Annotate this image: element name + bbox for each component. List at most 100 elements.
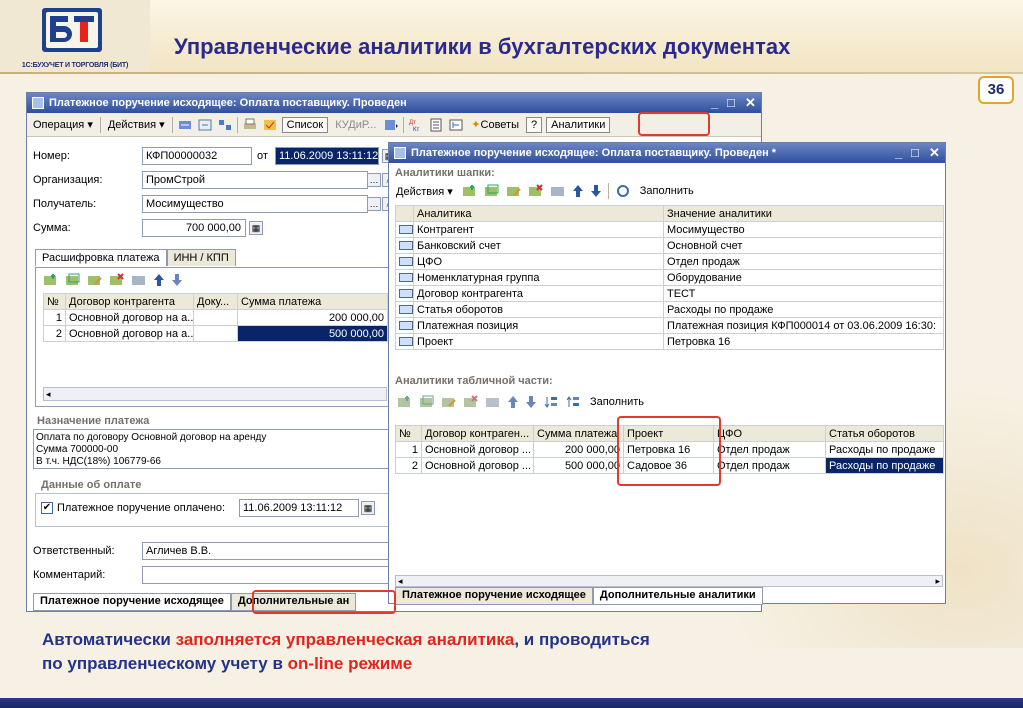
close-icon[interactable]: ✕ xyxy=(929,143,940,163)
cell-turnover-item[interactable]: Расходы по продаже xyxy=(825,457,944,474)
cell-value[interactable]: Основной счет xyxy=(663,237,944,254)
cell-number[interactable]: 2 xyxy=(395,457,422,474)
add-row-icon[interactable] xyxy=(462,184,478,198)
fill-button[interactable]: Заполнить xyxy=(637,184,697,198)
cell-contract[interactable]: Основной договор ... xyxy=(421,441,534,458)
purpose-textarea[interactable]: Оплата по договору Основной договор на а… xyxy=(33,429,389,469)
advice-button[interactable]: ✦Советы xyxy=(468,117,522,132)
cell-number[interactable]: 1 xyxy=(43,309,66,326)
table-row[interactable]: Договор контрагента ТЕСТ xyxy=(395,285,944,302)
cell-analytics[interactable]: Банковский счет xyxy=(413,237,664,254)
calculator-icon[interactable]: ▦ xyxy=(249,221,263,235)
comment-field[interactable] xyxy=(142,566,392,584)
end-edit-icon[interactable] xyxy=(131,273,147,287)
horizontal-scrollbar[interactable]: ◂ ▸ xyxy=(395,575,943,587)
delete-row-icon[interactable] xyxy=(109,273,125,287)
operation-menu[interactable]: Операция ▾ xyxy=(30,117,96,132)
date-field[interactable]: 11.06.2009 13:11:12 xyxy=(275,147,379,165)
tab-payment-breakdown[interactable]: Расшифровка платежа xyxy=(35,249,167,266)
select-recipient-button[interactable]: … xyxy=(367,197,381,211)
responsible-field[interactable]: Агличев В.В. xyxy=(142,542,392,560)
print-icon[interactable] xyxy=(242,118,258,132)
cell-cfo[interactable]: Отдел продаж xyxy=(713,457,826,474)
move-up-icon[interactable] xyxy=(572,184,584,198)
cell-analytics[interactable]: Проект xyxy=(413,333,664,350)
window-titlebar[interactable]: Платежное поручение исходящее: Оплата по… xyxy=(27,93,761,113)
add-row-icon[interactable] xyxy=(43,273,59,287)
move-down-icon[interactable] xyxy=(171,273,183,287)
paid-checkbox[interactable]: ✔ xyxy=(41,502,53,514)
table-row[interactable]: Проект Петровка 16 xyxy=(395,333,944,350)
column-header[interactable]: Аналитика xyxy=(413,205,664,222)
cell-sum[interactable]: 200 000,00 xyxy=(533,441,624,458)
scroll-left-icon[interactable]: ◂ xyxy=(44,389,51,399)
table-row[interactable]: 2 Основной договор на а... 500 000,00 xyxy=(43,325,388,342)
cell-contract[interactable]: Основной договор на а... xyxy=(65,325,194,342)
scroll-right-icon[interactable]: ▸ xyxy=(935,576,940,586)
cell-analytics[interactable]: Контрагент xyxy=(413,221,664,238)
minimize-icon[interactable]: _ xyxy=(895,143,902,163)
cell-sum[interactable]: 500 000,00 xyxy=(237,325,388,342)
cell-value[interactable]: Петровка 16 xyxy=(663,333,944,350)
debit-credit-icon[interactable]: ДтКт xyxy=(408,118,424,132)
calendar-icon[interactable]: ▦ xyxy=(361,501,375,515)
tab-payment-order[interactable]: Платежное поручение исходящее xyxy=(33,593,231,611)
help-button[interactable]: ? xyxy=(526,116,543,133)
cell-contract[interactable]: Основной договор на а... xyxy=(65,309,194,326)
maximize-icon[interactable]: □ xyxy=(727,93,735,113)
column-header[interactable]: ЦФО xyxy=(713,425,826,442)
move-down-icon[interactable] xyxy=(525,395,537,409)
paid-date-field[interactable]: 11.06.2009 13:11:12 xyxy=(239,499,359,517)
edit-row-icon[interactable] xyxy=(441,395,457,409)
delete-row-icon[interactable] xyxy=(463,395,479,409)
select-organization-button[interactable]: … xyxy=(367,173,381,187)
maximize-icon[interactable]: □ xyxy=(911,143,919,163)
end-edit-icon[interactable] xyxy=(485,395,501,409)
go-to-icon[interactable] xyxy=(383,118,399,132)
column-header[interactable]: № xyxy=(395,425,422,442)
table-row[interactable]: Номенклатурная группа Оборудование xyxy=(395,269,944,286)
column-header[interactable]: Договор контрагента xyxy=(65,293,194,310)
cell-analytics[interactable]: Статья оборотов xyxy=(413,301,664,318)
cell-document[interactable] xyxy=(193,309,238,326)
cell-number[interactable]: 2 xyxy=(43,325,66,342)
add-row-icon[interactable] xyxy=(397,395,413,409)
column-header[interactable]: Договор контраген... xyxy=(421,425,534,442)
cell-value[interactable]: Расходы по продаже xyxy=(663,301,944,318)
sort-asc-icon[interactable] xyxy=(543,395,559,409)
cell-analytics[interactable]: Платежная позиция xyxy=(413,317,664,334)
organization-field[interactable]: ПромСтрой xyxy=(142,171,368,189)
end-edit-icon[interactable] xyxy=(550,184,566,198)
copy-row-icon[interactable] xyxy=(65,273,81,287)
cell-value[interactable]: ТЕСТ xyxy=(663,285,944,302)
cell-analytics[interactable]: Номенклатурная группа xyxy=(413,269,664,286)
analytics-button[interactable]: Аналитики xyxy=(546,116,611,133)
cell-value[interactable]: Платежная позиция КФП000014 от 03.06.200… xyxy=(663,317,944,334)
column-header[interactable]: № xyxy=(43,293,66,310)
table-row[interactable]: Контрагент Мосимущество xyxy=(395,221,944,238)
cell-cfo[interactable]: Отдел продаж xyxy=(713,441,826,458)
table-row[interactable]: Платежная позиция Платежная позиция КФП00… xyxy=(395,317,944,334)
hierarchy-icon[interactable] xyxy=(448,118,464,132)
edit-row-icon[interactable] xyxy=(87,273,103,287)
tab-inn-kpp[interactable]: ИНН / КПП xyxy=(166,249,236,266)
list-button[interactable]: Список xyxy=(281,116,329,133)
cell-analytics[interactable]: Договор контрагента xyxy=(413,285,664,302)
column-header[interactable]: Сумма платежа xyxy=(237,293,388,310)
close-icon[interactable]: ✕ xyxy=(745,93,756,113)
post-icon[interactable] xyxy=(262,118,278,132)
column-header[interactable]: Доку... xyxy=(193,293,238,310)
cell-value[interactable]: Мосимущество xyxy=(663,221,944,238)
cell-sum[interactable]: 200 000,00 xyxy=(237,309,388,326)
table-row[interactable]: 1 Основной договор на а... 200 000,00 xyxy=(43,309,388,326)
sort-desc-icon[interactable] xyxy=(565,395,581,409)
move-down-icon[interactable] xyxy=(590,184,602,198)
move-up-icon[interactable] xyxy=(153,273,165,287)
table-row[interactable]: Статья оборотов Расходы по продаже xyxy=(395,301,944,318)
horizontal-scrollbar[interactable]: ◂ xyxy=(43,387,387,401)
move-up-icon[interactable] xyxy=(507,395,519,409)
minimize-icon[interactable]: _ xyxy=(711,93,718,113)
table-row[interactable]: Банковский счет Основной счет xyxy=(395,237,944,254)
cell-number[interactable]: 1 xyxy=(395,441,422,458)
cell-analytics[interactable]: ЦФО xyxy=(413,253,664,270)
